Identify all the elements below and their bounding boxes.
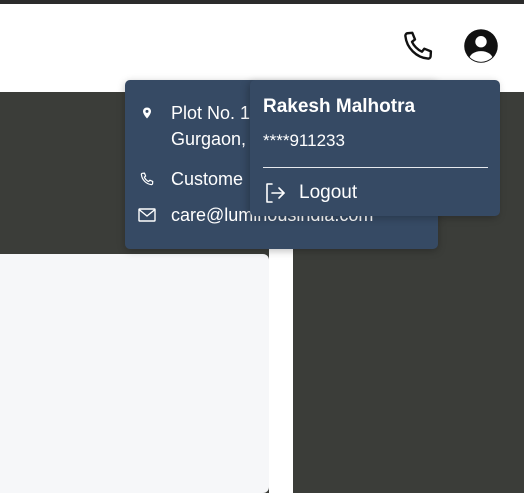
logout-button[interactable]: Logout	[263, 176, 357, 210]
location-pin-icon	[137, 100, 157, 126]
logout-label: Logout	[299, 182, 358, 203]
user-circle-icon	[464, 29, 498, 63]
address-text: Plot No. 1 Gurgaon,	[171, 100, 250, 152]
account-button[interactable]	[461, 26, 501, 66]
phone-icon	[404, 31, 433, 60]
mail-icon	[137, 202, 157, 228]
logout-icon	[266, 183, 285, 203]
user-phone: ****911233	[263, 131, 345, 150]
content-gutter	[269, 230, 293, 493]
site-header	[0, 4, 524, 92]
customer-care-row[interactable]: Custome	[137, 166, 243, 192]
content-card	[0, 254, 269, 493]
address-line-1: Plot No. 1	[171, 103, 251, 123]
right-panel	[293, 230, 524, 493]
user-menu: Rakesh Malhotra ****911233 Logout	[250, 80, 500, 216]
user-name: Rakesh Malhotra	[263, 96, 416, 117]
call-button[interactable]	[398, 26, 438, 66]
phone-icon	[137, 166, 157, 192]
customer-care-text: Custome	[171, 169, 244, 189]
address-row: Plot No. 1 Gurgaon,	[137, 100, 250, 152]
address-line-2: Gurgaon,	[171, 129, 247, 149]
menu-divider	[263, 167, 488, 168]
